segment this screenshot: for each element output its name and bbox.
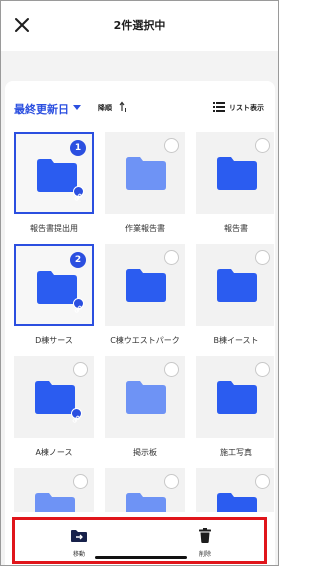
folder-card[interactable] xyxy=(105,244,185,326)
select-checkbox[interactable] xyxy=(164,362,179,377)
folder-card[interactable] xyxy=(105,356,185,438)
sort-toolbar: 最終更新日 降順 リスト表示 xyxy=(11,101,271,117)
folder-icon xyxy=(217,493,257,512)
select-checkbox[interactable] xyxy=(255,138,270,153)
folder-name: A棟ノース xyxy=(35,448,73,457)
folder-name: 作業報告書 xyxy=(125,224,165,233)
select-checkbox[interactable] xyxy=(255,250,270,265)
folder-name: C棟ウエストパーク xyxy=(110,336,180,345)
selection-order-badge[interactable]: 2 xyxy=(70,252,86,268)
page-title: 2件選択中 xyxy=(113,19,166,32)
app-screen: 2件選択中 最終更新日 降順 リスト表示 1 報告書提出用 作業報告書 報告書 2 D棟サ… xyxy=(0,0,279,566)
folder-card[interactable] xyxy=(196,132,274,214)
home-indicator xyxy=(95,556,187,559)
sort-direction-icon[interactable] xyxy=(119,101,127,113)
list-icon xyxy=(213,102,225,112)
move-folder-icon xyxy=(71,530,87,542)
folder-card[interactable] xyxy=(105,468,185,512)
folder-icon xyxy=(126,157,166,190)
folder-card[interactable] xyxy=(14,468,94,512)
select-checkbox[interactable] xyxy=(164,138,179,153)
folder-icon xyxy=(126,381,166,414)
header-spacer xyxy=(1,51,278,81)
folder-card[interactable]: 2 xyxy=(14,244,94,326)
folder-icon xyxy=(126,493,166,512)
folder-card[interactable] xyxy=(196,244,274,326)
folder-name: 報告書提出用 xyxy=(30,224,78,233)
folder-icon xyxy=(217,269,257,302)
folder-icon xyxy=(126,269,166,302)
folder-icon xyxy=(217,157,257,190)
trash-icon xyxy=(199,528,211,543)
link-icon xyxy=(73,298,84,313)
folder-icon xyxy=(35,381,75,414)
folder-name: D棟サース xyxy=(35,336,73,345)
link-icon xyxy=(71,408,82,423)
move-button[interactable]: 移動 xyxy=(59,528,99,558)
select-checkbox[interactable] xyxy=(73,474,88,489)
list-view-label: リスト表示 xyxy=(229,104,264,112)
folder-card[interactable] xyxy=(196,468,274,512)
select-checkbox[interactable] xyxy=(255,362,270,377)
select-checkbox[interactable] xyxy=(73,362,88,377)
folder-name: 施工写真 xyxy=(220,448,252,457)
header-bar: 2件選択中 xyxy=(1,1,278,51)
link-icon xyxy=(73,186,84,201)
delete-button[interactable]: 削除 xyxy=(185,528,225,558)
select-checkbox[interactable] xyxy=(164,250,179,265)
select-checkbox[interactable] xyxy=(164,474,179,489)
folder-name: B棟イースト xyxy=(213,336,259,345)
delete-label: 削除 xyxy=(198,551,211,558)
folder-icon xyxy=(35,493,75,512)
folder-icon xyxy=(217,381,257,414)
move-label: 移動 xyxy=(72,551,85,558)
bottom-action-bar: 移動 削除 xyxy=(12,517,267,564)
selection-order-badge[interactable]: 1 xyxy=(70,140,86,156)
select-checkbox[interactable] xyxy=(255,474,270,489)
folder-card[interactable]: 1 xyxy=(14,132,94,214)
sort-field-dropdown[interactable]: 最終更新日 xyxy=(14,101,69,117)
folder-card[interactable] xyxy=(196,356,274,438)
folder-name: 掲示板 xyxy=(133,448,157,457)
list-view-button[interactable]: リスト表示 xyxy=(213,102,273,114)
chevron-down-icon[interactable] xyxy=(73,105,81,110)
folder-card[interactable] xyxy=(105,132,185,214)
folder-icon xyxy=(37,159,77,192)
folder-name: 報告書 xyxy=(224,224,248,233)
sort-order-toggle[interactable]: 降順 xyxy=(98,103,112,113)
folder-card[interactable] xyxy=(14,356,94,438)
folder-icon xyxy=(37,271,77,304)
folder-grid: 1 報告書提出用 作業報告書 報告書 2 D棟サース C棟ウエストパーク B棟イースト A棟ノー… xyxy=(14,132,274,512)
